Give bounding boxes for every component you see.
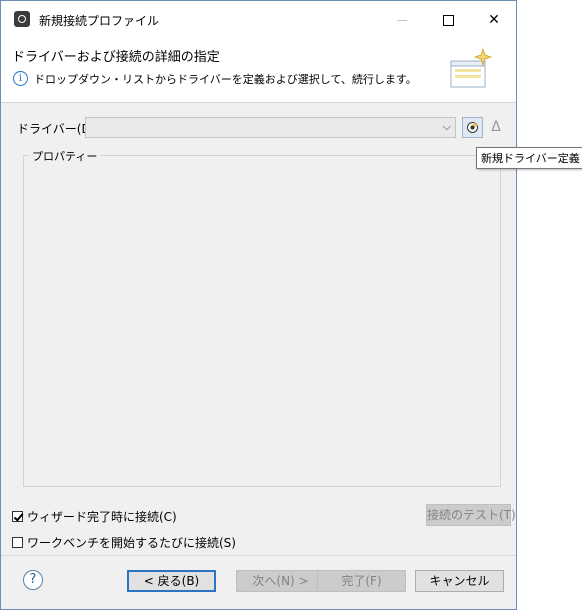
connect-on-finish-checkbox[interactable] [12,511,23,522]
finish-button[interactable]: 完了(F) [317,570,406,592]
connect-on-finish-option[interactable]: ウィザード完了時に接続(C) [12,508,177,525]
window-title: 新規接続プロファイル [39,14,160,28]
new-driver-definition-button[interactable] [462,117,483,138]
connect-on-startup-option[interactable]: ワークベンチを開始するたびに接続(S) [12,534,236,551]
info-icon: i [13,71,28,86]
next-button[interactable]: 次へ(N) > [236,570,325,592]
properties-group [23,155,501,487]
edit-driver-button[interactable]: Δ [487,117,505,138]
close-button[interactable]: ✕ [471,1,517,39]
minimize-icon [397,19,407,21]
chevron-down-icon: ⌵ [442,120,451,133]
dialog-window: 新規接続プロファイル ✕ ドライバーおよび接続の詳細の指定 i ドロップダウン・… [0,0,517,610]
close-icon: ✕ [488,12,500,28]
minimize-button[interactable] [379,1,425,39]
test-connection-button[interactable]: 接続のテスト(T) [426,504,516,526]
connect-on-startup-checkbox[interactable] [12,537,23,548]
maximize-icon [442,14,454,26]
back-button[interactable]: < 戻る(B) [127,570,216,592]
connect-on-startup-label: ワークベンチを開始するたびに接続(S) [27,536,236,550]
wizard-banner-icon [450,47,493,88]
new-driver-tooltip: 新規ドライバー定義 [476,147,582,169]
new-driver-icon [467,122,478,133]
help-icon[interactable]: ? [23,570,43,590]
page-message: ドロップダウン・リストからドライバーを定義および選択して、続行します。 [34,73,417,86]
maximize-button[interactable] [425,1,471,39]
wizard-header: ドライバーおよび接続の詳細の指定 i ドロップダウン・リストからドライバーを定義… [1,39,516,103]
properties-label: プロパティー [29,148,101,164]
title-bar: 新規接続プロファイル ✕ [1,1,516,39]
connect-on-finish-label: ウィザード完了時に接続(C) [27,510,177,524]
page-title: ドライバーおよび接続の詳細の指定 [12,50,220,65]
app-icon [14,11,30,27]
driver-dropdown[interactable]: ⌵ [85,117,456,138]
cancel-button[interactable]: キャンセル [415,570,504,592]
footer-separator [1,555,516,556]
